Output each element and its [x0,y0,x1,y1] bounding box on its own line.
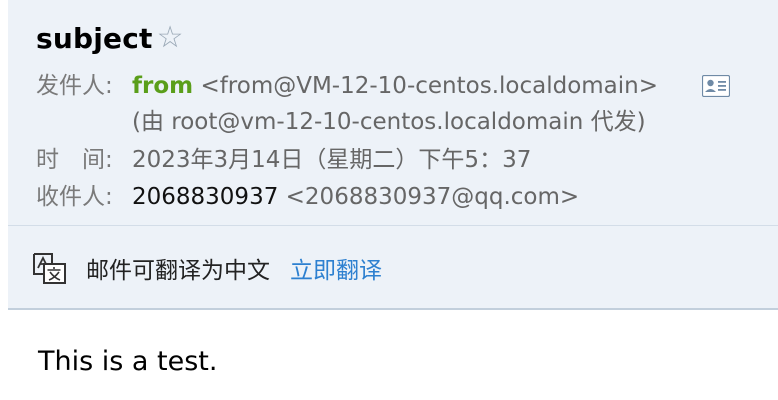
recipient-address[interactable]: <2068830937@qq.com> [286,184,580,210]
email-body: This is a test. [38,346,218,377]
translate-icon [32,250,68,286]
sender-name[interactable]: from [132,73,193,99]
contact-card-icon[interactable] [701,74,731,98]
recipient-row: 收件人: 2068830937 <2068830937@qq.com> [36,182,579,212]
star-icon[interactable]: ☆ [157,23,184,53]
time-row: 时 间: 2023年3月14日（星期二）下午5：37 [36,145,531,175]
translate-prompt: 邮件可翻译为中文 [86,258,270,284]
email-view: subject ☆ 发件人: from <from@VM-12-10-centos… [0,0,778,400]
recipient-label: 收件人: [36,184,113,210]
on-behalf-text: (由 root@vm-12-10-centos.localdomain 代发) [132,109,646,135]
email-header: subject ☆ 发件人: from <from@VM-12-10-centos… [8,0,778,310]
time-label: 时 间: [36,147,113,173]
translate-bar: 邮件可翻译为中文 立即翻译 [32,250,382,286]
recipient-name[interactable]: 2068830937 [132,184,278,210]
sender-row: 发件人: from <from@VM-12-10-centos.localdoma… [36,71,658,101]
sender-label: 发件人: [36,73,113,99]
translate-now-link[interactable]: 立即翻译 [290,251,382,285]
email-subject: subject [36,21,153,55]
sender-address[interactable]: <from@VM-12-10-centos.localdomain> [200,73,658,99]
header-divider [8,225,778,226]
subject-row: subject ☆ [36,20,184,56]
on-behalf-row: (由 root@vm-12-10-centos.localdomain 代发) [132,107,646,137]
time-value: 2023年3月14日（星期二）下午5：37 [132,147,532,173]
